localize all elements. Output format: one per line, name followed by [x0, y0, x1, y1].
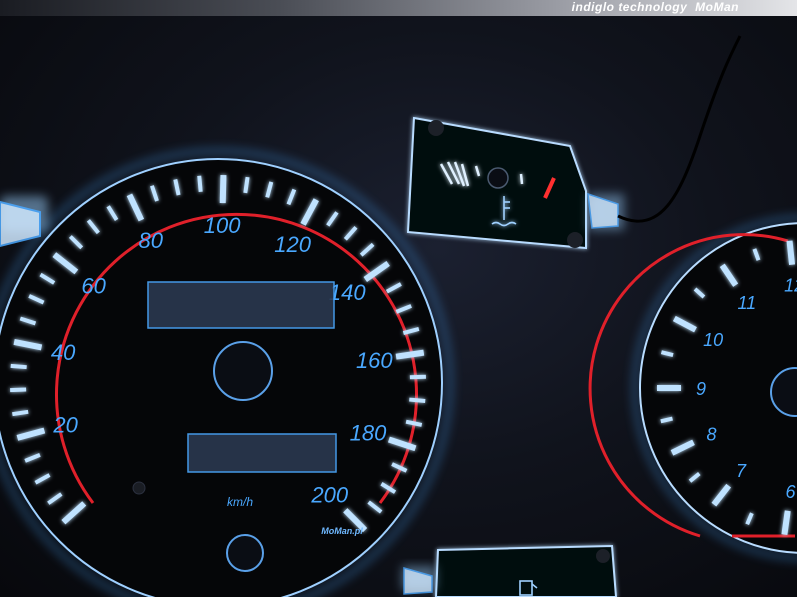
needle-hub: [213, 341, 273, 401]
caption-text: indiglo technology MoMan: [572, 0, 739, 14]
rpm-major-tick: [786, 240, 796, 265]
speed-number: 160: [356, 348, 393, 373]
rpm-major-tick: [781, 510, 791, 535]
temp-needle-hub: [487, 167, 509, 189]
temperature-gauge: [406, 116, 587, 250]
speedometer: 20406080100120140160180200 km/h MoMan.pl: [0, 148, 453, 597]
speed-major-tick: [219, 174, 227, 204]
odometer-window: [147, 281, 335, 329]
trip-window: [187, 433, 337, 473]
tachometer: 6 78 9 10 11 12: [588, 215, 797, 561]
speed-minor-tick: [12, 409, 29, 417]
right-mount-lamp: [587, 35, 742, 230]
speed-unit-label: km/h: [227, 495, 253, 509]
rpm-number: 9: [696, 379, 706, 399]
speed-number: 180: [350, 421, 387, 446]
speed-number: 100: [204, 213, 241, 238]
speed-minor-tick: [243, 176, 250, 194]
dashboard-photo: 20 40 60 80 100 120 140 160 180 200 km/h MoMan.pl: [0, 16, 797, 597]
needle-stop: [132, 481, 146, 495]
rpm-minor-tick: [660, 350, 674, 358]
speed-number: 40: [51, 340, 76, 365]
caption-bar: indiglo technology MoMan: [0, 0, 797, 16]
left-mount-lamp: [0, 196, 48, 248]
rpm-number: 6: [786, 482, 797, 502]
speed-minor-tick: [10, 387, 27, 393]
gauge-cluster: 20406080100120140160180200 km/h MoMan.pl: [0, 35, 797, 597]
speed-number: 20: [52, 413, 78, 438]
speed-minor-tick: [10, 363, 27, 370]
maker-mark: MoMan.pl: [321, 526, 363, 536]
rpm-minor-tick: [660, 416, 673, 424]
speed-number: 60: [81, 274, 106, 299]
rpm-number: 8: [707, 425, 717, 445]
rpm-number: 11: [738, 293, 757, 313]
speed-number: 200: [310, 483, 348, 508]
fuel-gauge: [402, 544, 618, 597]
speed-minor-tick: [409, 397, 426, 403]
trip-reset-knob: [226, 534, 264, 572]
rpm-number: 7: [736, 461, 747, 481]
rpm-number: 10: [703, 330, 723, 350]
speed-major-tick: [395, 349, 425, 360]
speed-minor-tick: [197, 175, 203, 192]
brand-label: MoMan: [695, 0, 739, 14]
caption-label: indiglo technology: [571, 0, 688, 14]
speed-number: 120: [274, 232, 311, 257]
rpm-number: 12: [784, 276, 797, 296]
speed-number: 80: [138, 228, 163, 253]
